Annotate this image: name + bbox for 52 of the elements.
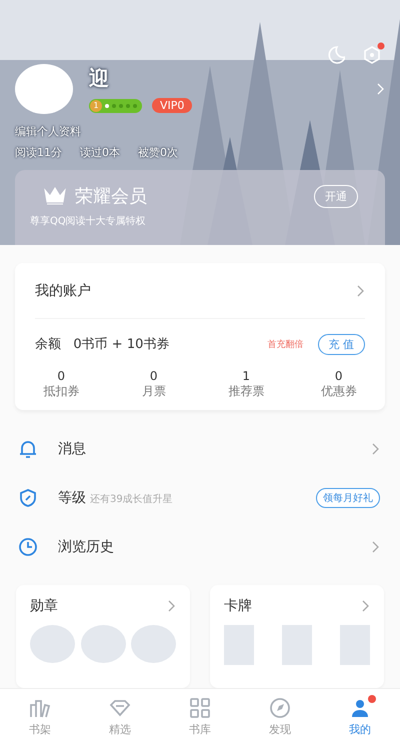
stat-text: 读过0本 (80, 145, 120, 160)
nav-tab[interactable]: 我的 (320, 689, 400, 744)
nav-tab[interactable]: 书架 (0, 689, 80, 744)
medal-placeholder (131, 625, 176, 663)
count-value: 1 (242, 369, 250, 383)
card-placeholder (282, 625, 312, 665)
promo-text: 首充翻倍 (268, 338, 304, 350)
reward-button[interactable]: 领每月好礼 (316, 488, 380, 508)
compass-icon (268, 696, 292, 720)
bell-icon (18, 438, 38, 458)
chevron-icon (168, 600, 176, 612)
crown-icon (43, 186, 67, 206)
card-title: 卡牌 (224, 597, 252, 615)
count-label[interactable]: 抵扣券 (43, 383, 80, 400)
count-label[interactable]: 推荐票 (228, 383, 264, 400)
chevron-icon (357, 284, 365, 296)
card-title: 勋章 (30, 597, 58, 615)
account-title[interactable]: 我的账户 (35, 282, 91, 300)
clock-icon (18, 536, 38, 556)
vip-subtitle: 尊享QQ阅读十大专属特权 (30, 214, 147, 228)
balance-text: 余额 0书币 + 10书券 (35, 336, 170, 353)
grid-icon (188, 696, 212, 720)
card-placeholder (224, 625, 254, 665)
chevron-icon (362, 600, 370, 612)
menu-label[interactable]: 等级 (58, 488, 86, 506)
count-label[interactable]: 月票 (142, 383, 166, 400)
shield-icon (18, 488, 38, 508)
menu-label[interactable]: 浏览历史 (58, 538, 114, 556)
chevron-icon (372, 442, 380, 454)
medal-placeholder (80, 625, 126, 663)
stat-text: 阅读11分 (15, 145, 62, 160)
level-badge: 1 (89, 98, 142, 112)
count-value: 0 (334, 369, 343, 383)
vip-badge: VIP0 (152, 98, 192, 113)
vip-title: 荣耀会员 (75, 185, 148, 208)
count-label[interactable]: 优惠券 (320, 383, 357, 400)
medal-placeholder (30, 625, 75, 663)
stat-text: 被赞0次 (138, 145, 178, 160)
nav-tab[interactable]: 书库 (160, 689, 240, 744)
nav-tab[interactable]: 发现 (240, 689, 320, 744)
count-value: 0 (150, 369, 158, 383)
collection-card[interactable]: 卡牌 (210, 585, 384, 688)
chevron-icon (377, 83, 385, 95)
card-placeholder (340, 625, 370, 665)
recharge-button[interactable]: 充 值 (318, 334, 365, 354)
count-value: 0 (57, 369, 66, 383)
menu-label[interactable]: 消息 (58, 440, 86, 458)
collection-card[interactable]: 勋章 (16, 585, 190, 688)
user-name: 迎 (89, 65, 109, 92)
chevron-icon (372, 540, 380, 552)
menu-hint: 还有39成长值升星 (90, 492, 173, 506)
nav-tab[interactable]: 精选 (80, 689, 160, 744)
